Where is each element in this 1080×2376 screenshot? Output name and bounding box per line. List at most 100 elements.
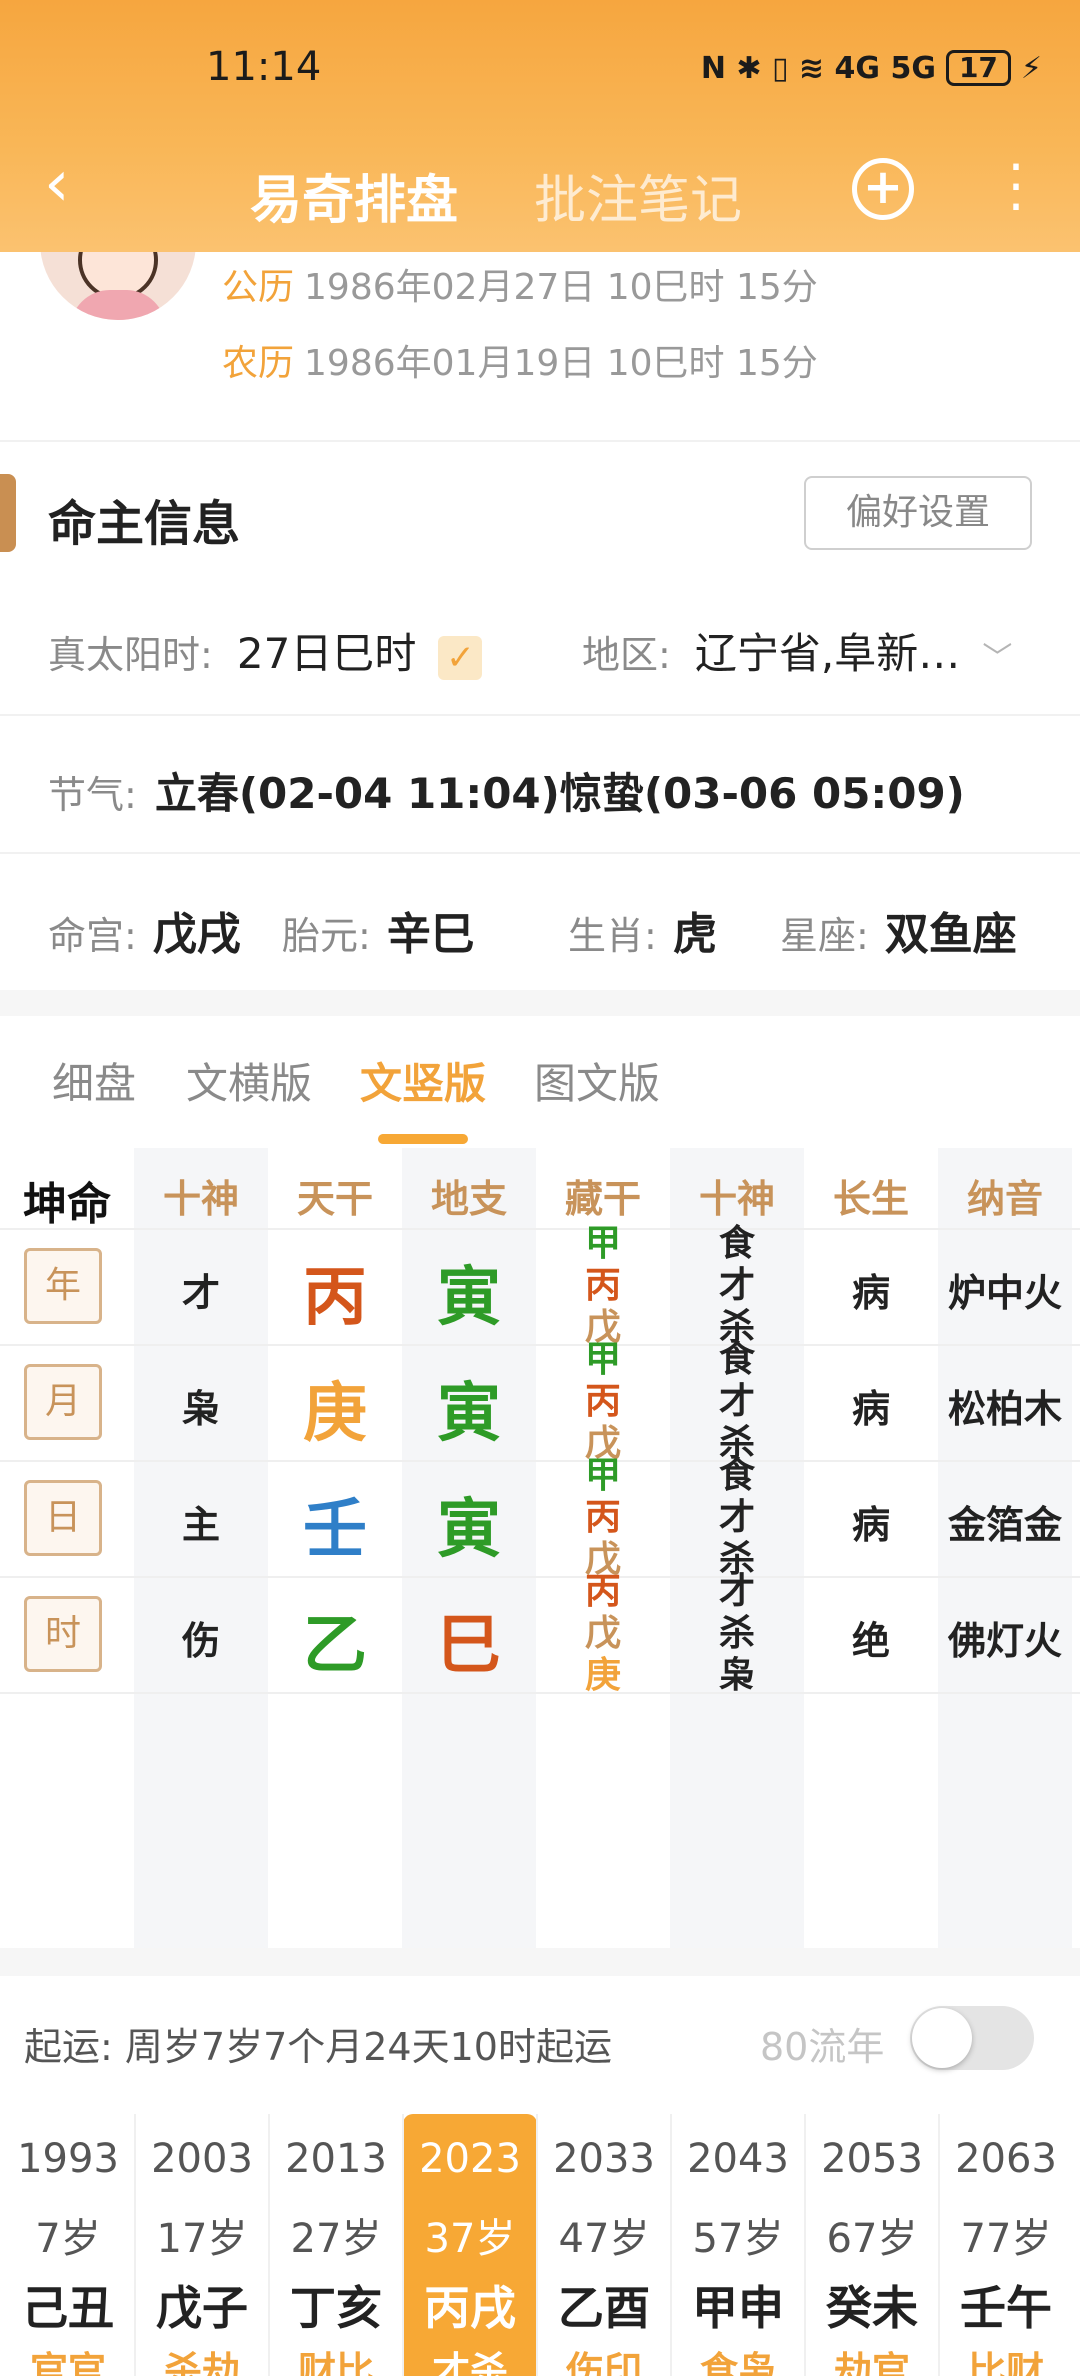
- qiyun-row: 起运: 周岁7岁7个月24天10时起运: [24, 2016, 612, 2071]
- row-divider: [0, 1692, 1080, 1694]
- dayun-separator: [804, 2114, 806, 2376]
- tiangan-cell: 乙: [303, 1609, 367, 1683]
- dayun-shishen: 官官: [29, 2349, 106, 2376]
- section-accent-bar: [0, 474, 16, 552]
- true-solar-checkbox[interactable]: ✓: [438, 635, 483, 680]
- xingzuo-value: 双鱼座: [884, 909, 1017, 960]
- canggan-char: 甲: [584, 1455, 621, 1496]
- dayun-age: 17岁: [156, 2216, 248, 2262]
- jieqi-row: 节气: 立春(02-04 11:04)惊蛰(03-06 05:09): [48, 760, 965, 821]
- cang-shishen-char: 食: [718, 1339, 755, 1380]
- dizhi-cell: 寅: [437, 1261, 501, 1335]
- dayun-year: 2023: [419, 2136, 521, 2182]
- chevron-down-icon[interactable]: ﹀: [982, 641, 1012, 676]
- section-title: 命主信息: [48, 496, 241, 552]
- region-value: 辽宁省,阜新…: [694, 629, 961, 678]
- tab-annotation-notes[interactable]: 批注笔记: [534, 158, 742, 233]
- qiyun-value: 周岁7岁7个月24天10时起运: [124, 2025, 612, 2069]
- nayin-cell: 佛灯火: [947, 1619, 1062, 1663]
- tab-graphic[interactable]: 图文版: [534, 1050, 660, 1111]
- dayun-separator: [670, 2114, 672, 2376]
- more-vertical-icon[interactable]: · · ·: [996, 142, 1036, 234]
- canggan-char: 丙: [584, 1497, 621, 1538]
- dizhi-cell: 寅: [437, 1377, 501, 1451]
- shishen-cell: 枭: [181, 1387, 220, 1431]
- dayun-age: 57岁: [692, 2216, 784, 2262]
- region[interactable]: 地区: 辽宁省,阜新… ﹀: [582, 620, 1012, 681]
- dayun-item[interactable]: 1993 7岁 己丑 官官: [1, 2114, 135, 2376]
- solar-date-row: 公历 1986年02月27日 10巳时 15分: [222, 258, 818, 310]
- cang-shishen-char: 枭: [718, 1655, 755, 1696]
- dayun-separator: [938, 2114, 940, 2376]
- solar-label: 公历: [222, 267, 295, 308]
- header-nayin: 纳音: [966, 1177, 1043, 1221]
- dayun-separator: [536, 2114, 538, 2376]
- dayun-ganzhi: 己丑: [22, 2281, 114, 2335]
- dayun-age: 27岁: [290, 2216, 382, 2262]
- dayun-age: 7岁: [35, 2216, 101, 2262]
- nayin-cell: 炉中火: [947, 1271, 1062, 1315]
- dayun-item[interactable]: 2023 37岁 丙戌 才杀: [403, 2114, 537, 2376]
- dayun-item[interactable]: 2063 77岁 壬午 比财: [939, 2114, 1073, 2376]
- status-time: 11:14: [206, 44, 322, 90]
- tab-yiqi-paipan[interactable]: 易奇排盘: [250, 158, 458, 233]
- xingzuo: 星座: 双鱼座: [780, 898, 1017, 962]
- solar-value: 1986年02月27日 10巳时 15分: [304, 267, 818, 308]
- jieqi-value: 立春(02-04 11:04)惊蛰(03-06 05:09): [154, 769, 965, 818]
- pillar-1-label[interactable]: 年: [24, 1248, 102, 1324]
- dayun-separator: [402, 2114, 404, 2376]
- back-icon[interactable]: ‹: [44, 152, 104, 216]
- header-cang-shishen: 十神: [698, 1177, 775, 1221]
- dayun-ganzhi: 丙戌: [424, 2281, 516, 2335]
- liunian-toggle[interactable]: [910, 2006, 1034, 2070]
- dayun-ganzhi: 乙酉: [558, 2281, 650, 2335]
- dayun-ganzhi: 丁亥: [290, 2281, 382, 2335]
- charging-icon: ⚡: [1020, 50, 1042, 86]
- divider: [0, 440, 1080, 442]
- signal-icons: N ✱ ▯ ≋ 4G 5G: [700, 50, 936, 86]
- tab-text-horizontal[interactable]: 文横版: [186, 1050, 312, 1111]
- preference-settings-button[interactable]: 偏好设置: [804, 476, 1032, 550]
- dayun-year: 2053: [821, 2136, 923, 2182]
- changsheng-cell: 绝: [851, 1619, 890, 1663]
- table-corner: 坤命: [23, 1179, 111, 1230]
- dayun-item[interactable]: 2013 27岁 丁亥 财比: [269, 2114, 403, 2376]
- shengxiao-value: 虎: [672, 909, 717, 960]
- pillar-4-label[interactable]: 时: [24, 1596, 102, 1672]
- dayun-ganzhi: 壬午: [960, 2281, 1052, 2335]
- dayun-ganzhi: 戊子: [156, 2281, 248, 2335]
- tab-detail[interactable]: 细盘: [52, 1050, 136, 1111]
- true-solar-time: 真太阳时: 27日巳时 ✓: [48, 620, 483, 681]
- dayun-item[interactable]: 2053 67岁 癸未 劫官: [805, 2114, 939, 2376]
- minggong: 命宫: 戊戌: [48, 898, 241, 962]
- canggan-char: 甲: [584, 1223, 621, 1264]
- nav-bar: ‹ 易奇排盘 批注笔记 + · · ·: [0, 140, 1080, 240]
- dayun-item[interactable]: 2033 47岁 乙酉 伤印: [537, 2114, 671, 2376]
- pillar-2-label[interactable]: 月: [24, 1364, 102, 1440]
- tiangan-cell: 庚: [303, 1377, 367, 1451]
- header-shishen: 十神: [162, 1177, 239, 1221]
- dayun-ganzhi: 癸未: [826, 2281, 918, 2335]
- battery-icon: 17: [945, 50, 1011, 86]
- nayin-cell: 松柏木: [947, 1387, 1062, 1431]
- cang-shishen-char: 才: [718, 1265, 755, 1306]
- canggan-char: 庚: [584, 1655, 621, 1696]
- dayun-separator: [268, 2114, 270, 2376]
- dayun-ganzhi: 甲申: [692, 2281, 784, 2335]
- minggong-value: 戊戌: [152, 909, 241, 960]
- xingzuo-label: 星座:: [780, 914, 869, 958]
- cang-shishen-char: 杀: [718, 1613, 755, 1654]
- tab-text-vertical[interactable]: 文竖版: [360, 1050, 486, 1111]
- canggan-char: 丙: [584, 1381, 621, 1422]
- cang-shishen-char: 才: [718, 1571, 755, 1612]
- true-solar-value: 27日巳时: [236, 629, 417, 678]
- plus-circle-icon[interactable]: +: [852, 158, 914, 220]
- dayun-item[interactable]: 2003 17岁 戊子 杀劫: [135, 2114, 269, 2376]
- tiangan-cell: 壬: [303, 1493, 367, 1567]
- dayun-item[interactable]: 2043 57岁 甲申 食枭: [671, 2114, 805, 2376]
- avatar-body: [70, 290, 166, 320]
- shishen-cell: 主: [181, 1503, 220, 1547]
- pillar-3-label[interactable]: 日: [24, 1480, 102, 1556]
- divider: [0, 714, 1080, 716]
- dayun-year: 2013: [285, 2136, 387, 2182]
